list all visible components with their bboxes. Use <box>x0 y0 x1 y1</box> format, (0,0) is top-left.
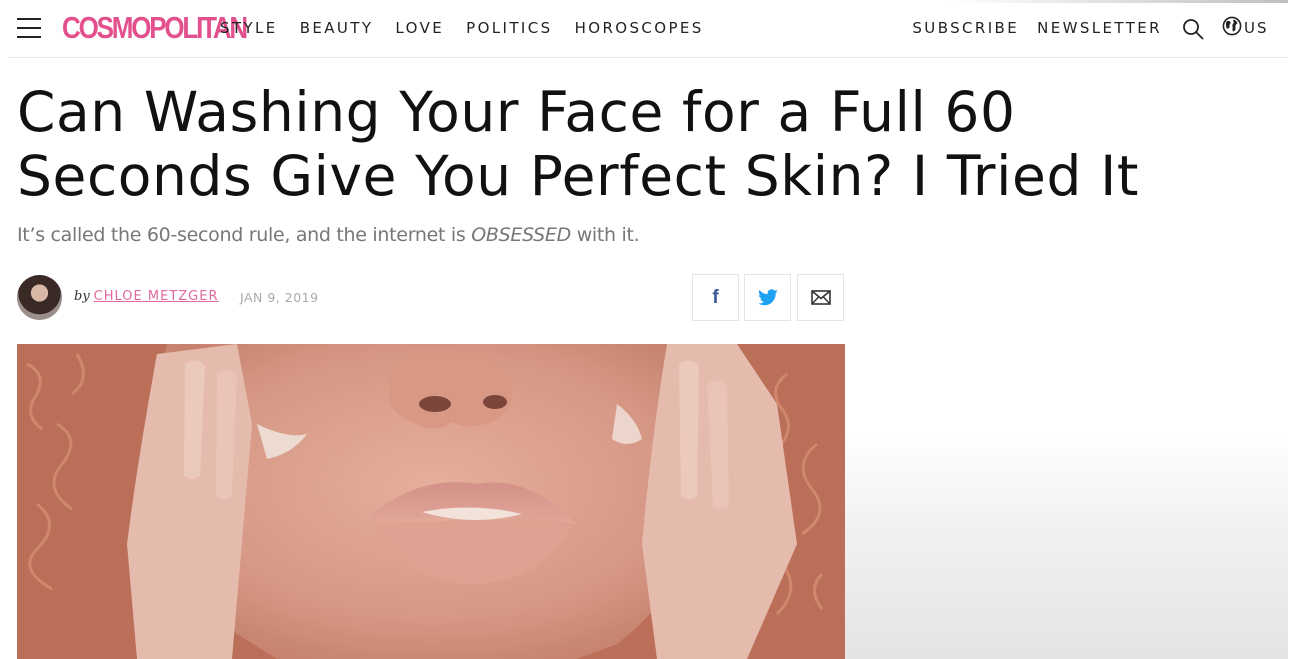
face-illustration <box>17 344 845 659</box>
share-facebook-button[interactable]: f <box>692 274 739 321</box>
author-link[interactable]: CHLOE METZGER <box>94 289 219 304</box>
sidebar-area <box>845 430 1288 659</box>
twitter-icon <box>757 289 778 306</box>
nav-item-politics[interactable]: POLITICS <box>466 19 552 37</box>
dek-text-end: with it. <box>570 224 640 246</box>
author-avatar[interactable] <box>17 275 62 320</box>
subscribe-link[interactable]: SUBSCRIBE <box>912 19 1019 37</box>
nav-item-horoscopes[interactable]: HOROSCOPES <box>575 19 704 37</box>
site-header: COSMOPOLITAN STYLE BEAUTY LOVE POLITICS … <box>8 0 1288 58</box>
newsletter-link[interactable]: NEWSLETTER <box>1037 19 1162 37</box>
site-logo[interactable]: COSMOPOLITAN <box>62 12 248 43</box>
nav-item-style[interactable]: STYLE <box>220 19 278 37</box>
hero-image <box>17 344 845 659</box>
share-email-button[interactable] <box>797 274 844 321</box>
nav-item-love[interactable]: LOVE <box>395 19 444 37</box>
search-icon[interactable] <box>1182 18 1204 40</box>
byline: by CHLOE METZGER <box>74 289 218 304</box>
dek-text-start: It’s called the 60-second rule, and the … <box>17 224 472 246</box>
dek-emphasis: OBSESSED <box>471 224 571 246</box>
envelope-icon <box>810 290 831 305</box>
share-twitter-button[interactable] <box>744 274 791 321</box>
header-actions: SUBSCRIBE NEWSLETTER <box>894 19 1162 37</box>
globe-icon[interactable] <box>1222 16 1242 36</box>
byline-prefix: by <box>74 289 90 304</box>
article-headline: Can Washing Your Face for a Full 60 Seco… <box>17 80 1140 208</box>
facebook-icon: f <box>712 286 719 308</box>
page: COSMOPOLITAN STYLE BEAUTY LOVE POLITICS … <box>8 0 1288 659</box>
nav-item-beauty[interactable]: BEAUTY <box>300 19 374 37</box>
hamburger-icon[interactable] <box>17 17 41 39</box>
publish-date: JAN 9, 2019 <box>240 290 319 305</box>
region-selector[interactable]: US <box>1244 19 1269 37</box>
main-nav: STYLE BEAUTY LOVE POLITICS HOROSCOPES <box>220 19 726 37</box>
article-dek: It’s called the 60-second rule, and the … <box>17 224 640 246</box>
